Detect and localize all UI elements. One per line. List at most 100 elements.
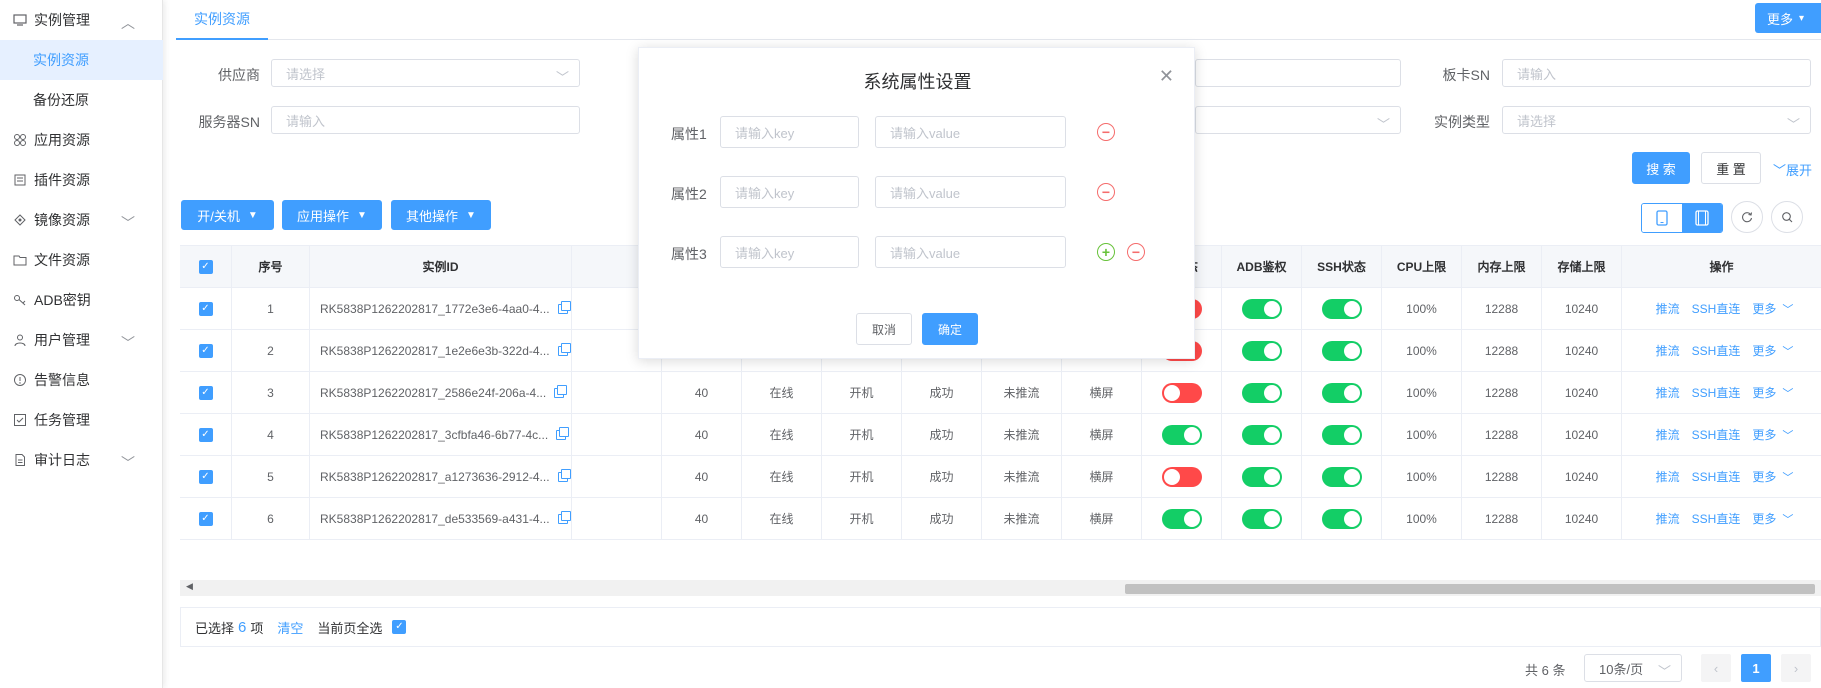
sidebar-item-user-mgmt[interactable]: 用户管理 ﹀ xyxy=(0,320,163,360)
ssh-connect-link[interactable]: SSH直连 xyxy=(1692,300,1741,317)
chevron-down-icon[interactable]: ﹀ xyxy=(1782,469,1793,485)
search-button[interactable]: 搜 索 xyxy=(1632,152,1690,184)
sidebar-item-task-mgmt[interactable]: 任务管理 xyxy=(0,400,163,440)
row-adb-auth-switch[interactable] xyxy=(1241,298,1282,319)
ssh-connect-link[interactable]: SSH直连 xyxy=(1692,426,1741,443)
push-stream-link[interactable]: 推流 xyxy=(1656,426,1680,443)
prev-page-button[interactable]: ‹ xyxy=(1701,654,1731,682)
chevron-down-icon[interactable]: ﹀ xyxy=(1782,511,1793,527)
row-checkbox[interactable]: ✓ xyxy=(198,301,213,316)
search-toggle-button[interactable] xyxy=(1771,201,1803,233)
ssh-connect-link[interactable]: SSH直连 xyxy=(1692,510,1741,527)
row-more-link[interactable]: 更多 xyxy=(1752,342,1776,359)
header-select-all[interactable]: ✓ xyxy=(180,246,232,287)
expand-link[interactable]: ﹀展开 xyxy=(1773,160,1812,179)
board-sn-input[interactable]: 请输入 xyxy=(1502,59,1811,87)
row-adb-auth-switch[interactable] xyxy=(1241,508,1282,529)
reset-button[interactable]: 重 置 xyxy=(1701,152,1761,184)
property-key-input[interactable]: 请输入key xyxy=(720,236,859,268)
copy-icon[interactable] xyxy=(557,300,571,314)
copy-icon[interactable] xyxy=(556,426,570,440)
copy-icon[interactable] xyxy=(554,384,568,398)
row-b-state-switch[interactable] xyxy=(1161,382,1202,403)
row-ssh-status-switch[interactable] xyxy=(1321,466,1362,487)
row-more-link[interactable]: 更多 xyxy=(1752,300,1776,317)
row-ssh-status-switch[interactable] xyxy=(1321,382,1362,403)
row-b-state-switch[interactable] xyxy=(1161,508,1202,529)
sidebar-item-audit-log[interactable]: 审计日志 ﹀ xyxy=(0,440,163,480)
property-key-input[interactable]: 请输入key xyxy=(720,116,859,148)
instance-type-select[interactable]: 请选择 ﹀ xyxy=(1502,106,1811,134)
copy-icon[interactable] xyxy=(557,468,571,482)
select-page-checkbox[interactable]: ✓ xyxy=(392,620,407,634)
sidebar-item-file-resource[interactable]: 文件资源 xyxy=(0,240,163,280)
row-adb-auth-switch[interactable] xyxy=(1241,424,1282,445)
remove-property-icon[interactable]: − xyxy=(1097,183,1115,201)
chevron-down-icon[interactable]: ﹀ xyxy=(1782,427,1793,443)
property-value-input[interactable]: 请输入value xyxy=(875,176,1066,208)
add-property-icon[interactable]: + xyxy=(1097,243,1115,261)
chevron-down-icon[interactable]: ﹀ xyxy=(1782,385,1793,401)
row-checkbox[interactable]: ✓ xyxy=(198,511,213,526)
ssh-connect-link[interactable]: SSH直连 xyxy=(1692,384,1741,401)
push-stream-link[interactable]: 推流 xyxy=(1656,342,1680,359)
close-icon[interactable]: ✕ xyxy=(1159,66,1174,87)
refresh-button[interactable] xyxy=(1731,201,1763,233)
sidebar-item-instance-mgmt[interactable]: 实例管理 ︿ xyxy=(0,0,163,40)
confirm-button[interactable]: 确定 xyxy=(922,313,978,345)
remove-property-icon[interactable]: − xyxy=(1097,123,1115,141)
property-value-input[interactable]: 请输入value xyxy=(875,116,1066,148)
row-b-state-switch[interactable] xyxy=(1161,424,1202,445)
row-ssh-status-switch[interactable] xyxy=(1321,340,1362,361)
portrait-view-button[interactable] xyxy=(1642,204,1682,232)
row-more-link[interactable]: 更多 xyxy=(1752,384,1776,401)
sidebar-item-backup-restore[interactable]: 备份还原 xyxy=(0,80,163,120)
sidebar-item-image-resource[interactable]: 镜像资源 ﹀ xyxy=(0,200,163,240)
row-adb-auth-switch[interactable] xyxy=(1241,340,1282,361)
row-more-link[interactable]: 更多 xyxy=(1752,510,1776,527)
landscape-view-button[interactable] xyxy=(1682,204,1722,232)
ssh-connect-link[interactable]: SSH直连 xyxy=(1692,342,1741,359)
page-size-select[interactable]: 10条/页 ﹀ xyxy=(1584,654,1682,682)
page-1-button[interactable]: 1 xyxy=(1741,654,1771,682)
clear-selection-link[interactable]: 清空 xyxy=(277,618,303,637)
row-checkbox[interactable]: ✓ xyxy=(198,385,213,400)
sidebar-item-app-resource[interactable]: 应用资源 xyxy=(0,120,163,160)
row-checkbox[interactable]: ✓ xyxy=(198,469,213,484)
push-stream-link[interactable]: 推流 xyxy=(1656,468,1680,485)
property-value-input[interactable]: 请输入value xyxy=(875,236,1066,268)
row-b-state-switch[interactable] xyxy=(1161,466,1202,487)
table-horizontal-scrollbar[interactable]: ◀ xyxy=(180,580,1821,596)
other-ops-button[interactable]: 其他操作 ▼ xyxy=(391,200,491,230)
property-key-input[interactable]: 请输入key xyxy=(720,176,859,208)
sidebar-item-alert-info[interactable]: 告警信息 xyxy=(0,360,163,400)
row-adb-auth-switch[interactable] xyxy=(1241,466,1282,487)
push-stream-link[interactable]: 推流 xyxy=(1656,384,1680,401)
scrollbar-thumb[interactable] xyxy=(1125,584,1815,594)
sidebar-item-plugin-resource[interactable]: 插件资源 xyxy=(0,160,163,200)
row-more-link[interactable]: 更多 xyxy=(1752,468,1776,485)
sidebar-item-adb-key[interactable]: ADB密钥 xyxy=(0,280,163,320)
row-checkbox[interactable]: ✓ xyxy=(198,427,213,442)
top-more-button[interactable]: 更多 ▾ xyxy=(1755,3,1821,33)
hidden-filter-input[interactable] xyxy=(1195,59,1401,87)
sidebar-item-instance-resource[interactable]: 实例资源 xyxy=(0,40,163,80)
app-ops-button[interactable]: 应用操作 ▼ xyxy=(282,200,382,230)
scroll-left-icon[interactable]: ◀ xyxy=(186,581,193,592)
copy-icon[interactable] xyxy=(557,342,571,356)
push-stream-link[interactable]: 推流 xyxy=(1656,510,1680,527)
supplier-select[interactable]: 请选择 ﹀ xyxy=(271,59,580,87)
server-sn-input[interactable]: 请输入 xyxy=(271,106,580,134)
chevron-down-icon[interactable]: ﹀ xyxy=(1782,343,1793,359)
copy-icon[interactable] xyxy=(557,510,571,524)
chevron-down-icon[interactable]: ﹀ xyxy=(1782,301,1793,317)
row-ssh-status-switch[interactable] xyxy=(1321,424,1362,445)
power-button[interactable]: 开/关机 ▼ xyxy=(181,200,274,230)
hidden-filter-select[interactable]: ﹀ xyxy=(1195,106,1401,134)
next-page-button[interactable]: › xyxy=(1781,654,1811,682)
row-more-link[interactable]: 更多 xyxy=(1752,426,1776,443)
row-checkbox[interactable]: ✓ xyxy=(198,343,213,358)
push-stream-link[interactable]: 推流 xyxy=(1656,300,1680,317)
cancel-button[interactable]: 取消 xyxy=(856,313,912,345)
row-ssh-status-switch[interactable] xyxy=(1321,298,1362,319)
